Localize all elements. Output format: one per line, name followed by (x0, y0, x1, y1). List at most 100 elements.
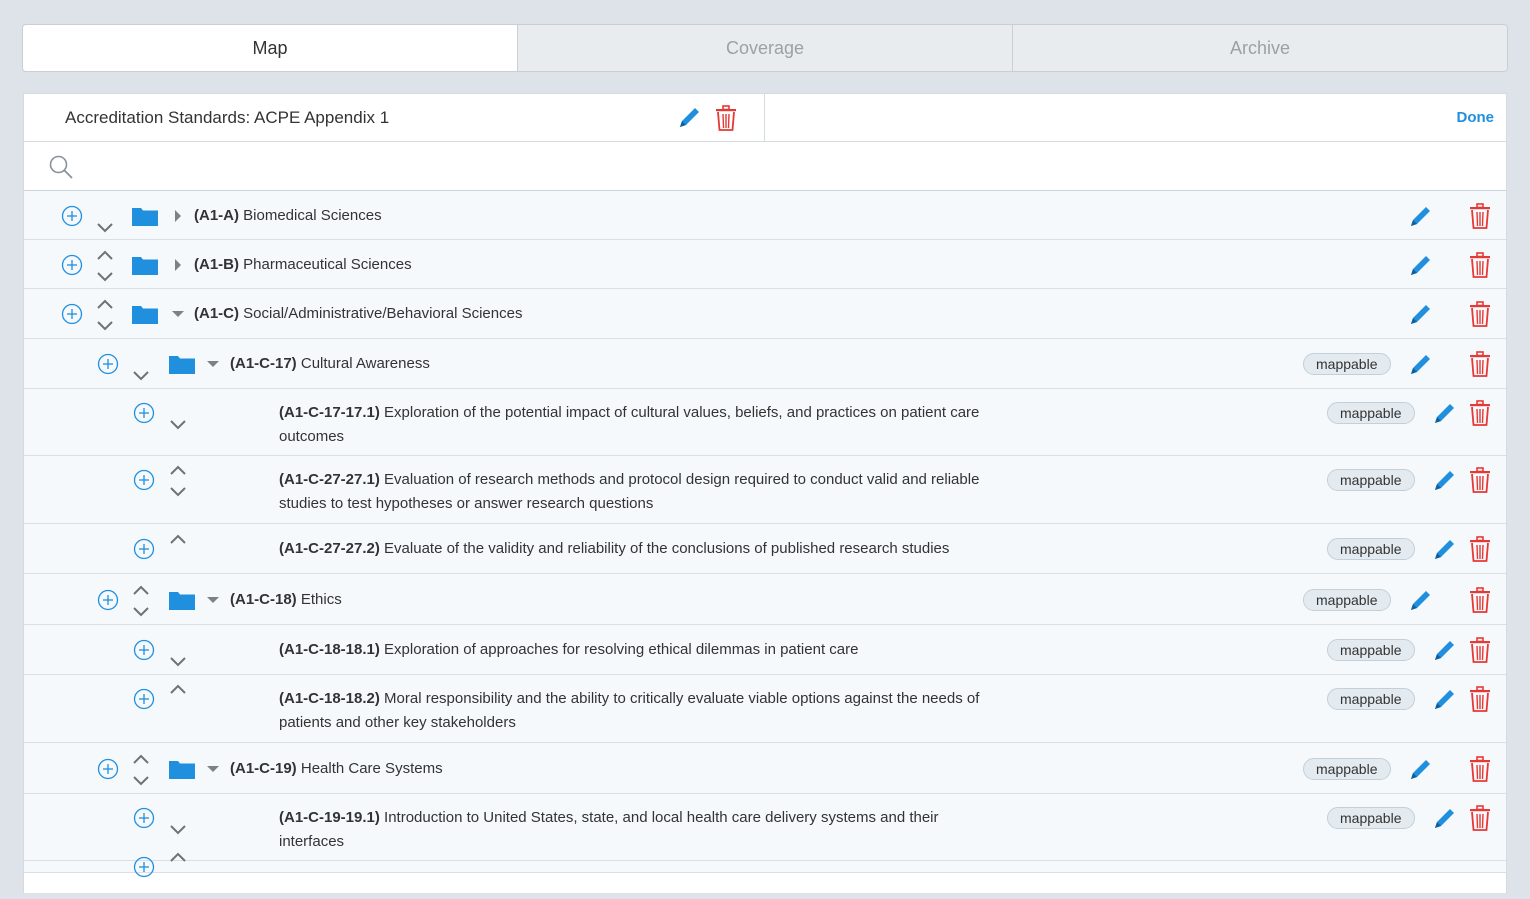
delete-trash-icon[interactable] (1468, 351, 1492, 377)
tab-map[interactable]: Map (23, 25, 517, 71)
standard-label: (A1-A) Biomedical Sciences (194, 204, 382, 228)
mappable-badge: mappable (1327, 402, 1415, 424)
edit-pencil-icon[interactable] (1432, 637, 1458, 663)
move-up-chevron-icon[interactable] (169, 464, 187, 476)
standard-text-continued: studies to test hypotheses or answer res… (279, 495, 654, 512)
standard-label: (A1-C-27-27.1) Evaluation of research me… (279, 468, 979, 516)
standard-text: Biomedical Sciences (239, 207, 382, 224)
edit-pencil-icon[interactable] (1408, 351, 1434, 377)
mappable-badge: mappable (1327, 538, 1415, 560)
panel-header: Accreditation Standards: ACPE Appendix 1… (24, 94, 1506, 142)
add-child-plus-icon[interactable] (133, 807, 155, 829)
standard-text-continued: patients and other key stakeholders (279, 714, 516, 731)
move-up-chevron-icon[interactable] (169, 683, 187, 695)
tree-row-category: (A1-B) Pharmaceutical Sciences (24, 240, 1506, 289)
edit-pencil-icon[interactable] (1408, 301, 1434, 327)
move-down-chevron-icon[interactable] (96, 271, 114, 283)
expand-caret-icon[interactable] (174, 259, 182, 271)
edit-pencil-icon[interactable] (1432, 686, 1458, 712)
edit-pencil-icon[interactable] (1408, 203, 1434, 229)
standard-code: (A1-C-27-27.1) (279, 471, 380, 488)
standard-text: Exploration of the potential impact of c… (379, 404, 980, 421)
edit-title-pencil-icon[interactable] (676, 105, 702, 131)
expand-caret-icon[interactable] (174, 210, 182, 222)
standard-label: (A1-C-17) Cultural Awareness (230, 352, 430, 376)
add-child-plus-icon[interactable] (97, 589, 119, 611)
edit-pencil-icon[interactable] (1432, 400, 1458, 426)
search-input[interactable] (84, 150, 1488, 184)
delete-trash-icon[interactable] (1468, 467, 1492, 493)
standard-text: Introduction to United States, state, an… (379, 809, 939, 826)
standard-label: (A1-C-18-18.2) Moral responsibility and … (279, 687, 979, 735)
collapse-caret-icon[interactable] (207, 596, 219, 604)
move-up-chevron-icon[interactable] (169, 851, 187, 863)
edit-pencil-icon[interactable] (1432, 805, 1458, 831)
tree-row-standard: (A1-C-18-18.2) Moral responsibility and … (24, 675, 1506, 743)
delete-trash-icon[interactable] (1468, 252, 1492, 278)
tab-coverage[interactable]: Coverage (517, 25, 1012, 71)
delete-trash-icon[interactable] (1468, 203, 1492, 229)
add-child-plus-icon[interactable] (133, 402, 155, 424)
tab-archive[interactable]: Archive (1012, 25, 1507, 71)
edit-pencil-icon[interactable] (1408, 252, 1434, 278)
delete-trash-icon[interactable] (1468, 637, 1492, 663)
move-down-chevron-icon[interactable] (169, 824, 187, 836)
add-child-plus-icon[interactable] (97, 758, 119, 780)
add-child-plus-icon[interactable] (61, 205, 83, 227)
move-down-chevron-icon[interactable] (169, 656, 187, 668)
mappable-badge: mappable (1303, 758, 1391, 780)
standard-code: (A1-C-19) (230, 760, 297, 777)
mappable-badge: mappable (1327, 688, 1415, 710)
standard-code: (A1-C-27-27.2) (279, 540, 380, 557)
standard-text: Pharmaceutical Sciences (239, 256, 412, 273)
edit-pencil-icon[interactable] (1432, 467, 1458, 493)
standard-label: (A1-B) Pharmaceutical Sciences (194, 253, 412, 277)
move-up-chevron-icon[interactable] (132, 584, 150, 596)
move-up-chevron-icon[interactable] (96, 249, 114, 261)
add-child-plus-icon[interactable] (133, 538, 155, 560)
collapse-caret-icon[interactable] (172, 310, 184, 318)
standard-label: (A1-C-27-27.2) Evaluate of the validity … (279, 537, 949, 561)
edit-pencil-icon[interactable] (1432, 536, 1458, 562)
header-title-area: Accreditation Standards: ACPE Appendix 1 (24, 94, 765, 141)
move-down-chevron-icon[interactable] (96, 222, 114, 234)
move-down-chevron-icon[interactable] (132, 775, 150, 787)
add-child-plus-icon[interactable] (97, 353, 119, 375)
delete-trash-icon[interactable] (1468, 756, 1492, 782)
collapse-caret-icon[interactable] (207, 360, 219, 368)
delete-trash-icon[interactable] (1468, 805, 1492, 831)
tree-row-standard: (A1-C-18-18.1) Exploration of approaches… (24, 625, 1506, 675)
add-child-plus-icon[interactable] (61, 254, 83, 276)
move-down-chevron-icon[interactable] (132, 370, 150, 382)
delete-trash-icon[interactable] (1468, 400, 1492, 426)
done-button[interactable]: Done (1457, 109, 1495, 126)
tree-row-category: (A1-C-17) Cultural Awareness mappable (24, 339, 1506, 389)
add-child-plus-icon[interactable] (133, 856, 155, 878)
move-down-chevron-icon[interactable] (169, 486, 187, 498)
add-child-plus-icon[interactable] (61, 303, 83, 325)
move-up-chevron-icon[interactable] (96, 298, 114, 310)
delete-trash-icon[interactable] (1468, 301, 1492, 327)
move-up-chevron-icon[interactable] (169, 533, 187, 545)
add-child-plus-icon[interactable] (133, 688, 155, 710)
delete-standard-trash-icon[interactable] (714, 105, 738, 131)
move-down-chevron-icon[interactable] (96, 320, 114, 332)
delete-trash-icon[interactable] (1468, 536, 1492, 562)
edit-pencil-icon[interactable] (1408, 587, 1434, 613)
view-tabs: Map Coverage Archive (22, 24, 1508, 72)
add-child-plus-icon[interactable] (133, 639, 155, 661)
standard-text: Ethics (296, 591, 342, 608)
mappable-badge: mappable (1303, 589, 1391, 611)
standard-code: (A1-C-18) (230, 591, 297, 608)
mappable-badge: mappable (1327, 639, 1415, 661)
move-up-chevron-icon[interactable] (132, 753, 150, 765)
delete-trash-icon[interactable] (1468, 587, 1492, 613)
standard-text-continued: outcomes (279, 428, 345, 445)
collapse-caret-icon[interactable] (207, 765, 219, 773)
mappable-badge: mappable (1303, 353, 1391, 375)
move-down-chevron-icon[interactable] (132, 606, 150, 618)
add-child-plus-icon[interactable] (133, 469, 155, 491)
move-down-chevron-icon[interactable] (169, 419, 187, 431)
edit-pencil-icon[interactable] (1408, 756, 1434, 782)
delete-trash-icon[interactable] (1468, 686, 1492, 712)
